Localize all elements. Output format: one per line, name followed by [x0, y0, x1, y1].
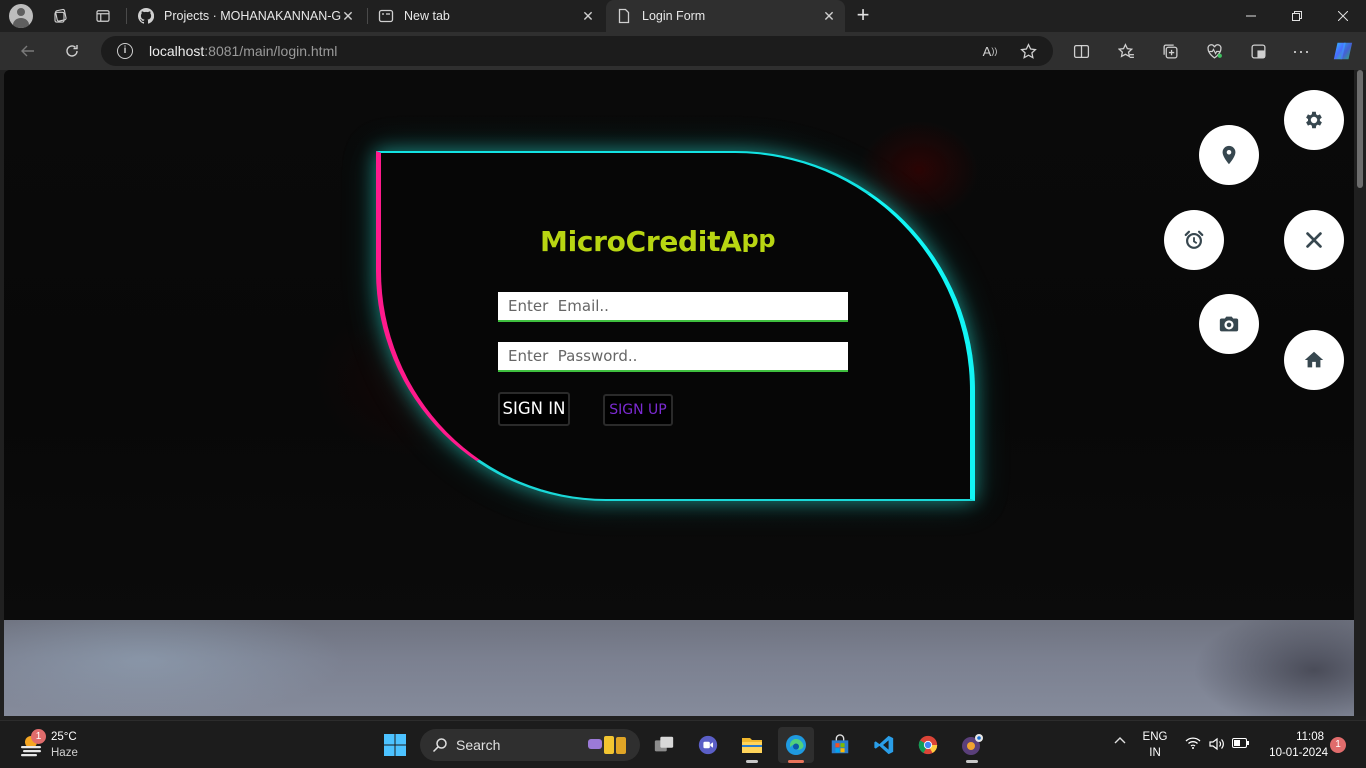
tab-projects[interactable]: Projects · MOHANAKANNAN-G ✕: [128, 0, 364, 32]
read-aloud-icon[interactable]: A)): [977, 39, 1003, 63]
running-indicator: [966, 760, 978, 763]
close-window-button[interactable]: [1320, 0, 1366, 32]
vscode-button[interactable]: [866, 727, 902, 763]
store-icon: [831, 734, 849, 754]
tab-title: New tab: [404, 9, 450, 23]
home-button[interactable]: [1284, 330, 1344, 390]
alarm-clock-icon: [1184, 230, 1204, 249]
restore-button[interactable]: [1274, 0, 1320, 32]
alarm-button[interactable]: [1164, 210, 1224, 270]
volume-icon[interactable]: [1208, 737, 1226, 754]
folder-icon: [742, 738, 762, 753]
home-icon: [1304, 351, 1324, 368]
app-title: MicroCreditApp: [540, 225, 776, 258]
newtab-icon: [378, 8, 394, 24]
office-icon[interactable]: [1245, 39, 1271, 63]
task-view-button[interactable]: [646, 727, 682, 763]
tab-title: Login Form: [642, 9, 706, 23]
active-indicator: [788, 760, 804, 763]
input-region[interactable]: IN: [1140, 747, 1170, 759]
weather-condition[interactable]: Haze: [51, 747, 78, 759]
edge-button[interactable]: [778, 727, 814, 763]
dev-app-button[interactable]: [954, 727, 990, 763]
profile-avatar[interactable]: [9, 4, 33, 28]
chrome-button[interactable]: [910, 727, 946, 763]
url-text[interactable]: localhost:8081/main/login.html: [149, 43, 337, 59]
browser-essentials-icon[interactable]: [1201, 39, 1227, 63]
favorite-star-icon[interactable]: [1015, 39, 1041, 63]
page-icon: [616, 8, 632, 24]
copilot-icon[interactable]: [1330, 39, 1356, 63]
login-card: [376, 151, 975, 501]
scrollbar-thumb[interactable]: [1357, 70, 1363, 188]
edge-icon: [786, 735, 806, 755]
close-tab-icon[interactable]: ✕: [580, 8, 596, 24]
start-button[interactable]: [377, 727, 413, 763]
camera-button[interactable]: [1199, 294, 1259, 354]
chat-icon: [698, 735, 718, 755]
weather-badge: 1: [31, 729, 46, 744]
refresh-button[interactable]: [59, 39, 85, 63]
close-tab-icon[interactable]: ✕: [821, 8, 837, 24]
tab-title: Projects · MOHANAKANNAN-G: [164, 9, 342, 23]
clock-date[interactable]: 10-01-2024: [1256, 747, 1328, 759]
battery-icon[interactable]: [1232, 738, 1250, 751]
clock-time[interactable]: 11:08: [1260, 731, 1324, 743]
close-menu-button[interactable]: [1284, 210, 1344, 270]
address-bar[interactable]: i localhost:8081/main/login.html A)): [101, 36, 1053, 66]
more-options-icon[interactable]: ···: [1288, 39, 1314, 63]
site-info-icon[interactable]: i: [117, 43, 133, 59]
search-highlight-icon: [586, 733, 632, 757]
github-icon: [138, 8, 154, 24]
tab-new-tab[interactable]: New tab ✕: [368, 0, 604, 32]
input-language[interactable]: ENG: [1140, 731, 1170, 743]
store-button[interactable]: [822, 727, 858, 763]
teams-chat-button[interactable]: [690, 727, 726, 763]
back-button[interactable]: [15, 39, 41, 63]
wifi-icon[interactable]: [1184, 737, 1202, 752]
windows-logo-icon: [384, 734, 406, 756]
email-input[interactable]: [498, 292, 848, 322]
page-scrollbar[interactable]: [1354, 70, 1366, 716]
collections-icon[interactable]: [1157, 39, 1183, 63]
sign-up-button[interactable]: SIGN UP: [603, 394, 673, 426]
taskbar-search[interactable]: Search: [420, 729, 640, 761]
vscode-icon: [874, 735, 894, 755]
workspaces-icon[interactable]: [49, 4, 73, 28]
show-hidden-icons[interactable]: [1112, 735, 1128, 747]
chrome-icon: [918, 735, 938, 755]
location-pin-icon: [1222, 145, 1236, 165]
windows-taskbar: 1 25°C Haze Search ENG IN 11:08 10-01-20…: [0, 720, 1366, 768]
settings-button[interactable]: [1284, 90, 1344, 150]
notification-badge[interactable]: 1: [1330, 737, 1346, 753]
task-view-icon: [654, 736, 674, 752]
camera-icon: [1219, 316, 1239, 332]
sign-in-button[interactable]: SIGN IN: [498, 392, 570, 426]
weather-temperature[interactable]: 25°C: [51, 731, 77, 743]
close-tab-icon[interactable]: ✕: [340, 8, 356, 24]
split-screen-icon[interactable]: [1068, 39, 1094, 63]
tab-divider: [126, 8, 127, 24]
password-input[interactable]: [498, 342, 848, 372]
tab-actions-icon[interactable]: [91, 4, 115, 28]
background-lower-band: [4, 620, 1354, 716]
close-icon: [1306, 232, 1322, 248]
search-icon: [432, 738, 447, 753]
browser-tab-strip: Projects · MOHANAKANNAN-G ✕ New tab ✕ Lo…: [0, 0, 1366, 32]
minimize-button[interactable]: [1228, 0, 1274, 32]
new-tab-button[interactable]: +: [851, 4, 875, 28]
gear-icon: [1306, 111, 1322, 129]
tab-login-form[interactable]: Login Form ✕: [606, 0, 845, 32]
file-explorer-button[interactable]: [734, 727, 770, 763]
app-gear-icon: [962, 734, 983, 755]
browser-toolbar: i localhost:8081/main/login.html A)) ···: [0, 32, 1366, 70]
running-indicator: [746, 760, 758, 763]
location-button[interactable]: [1199, 125, 1259, 185]
favorites-icon[interactable]: [1113, 39, 1139, 63]
